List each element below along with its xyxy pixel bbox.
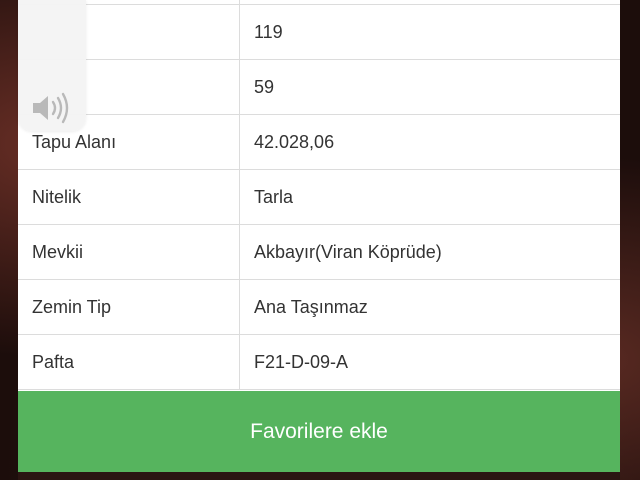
row-label: Zemin Tip — [18, 280, 240, 334]
row-value — [240, 0, 620, 4]
row-label: Nitelik — [18, 170, 240, 224]
volume-control[interactable] — [18, 0, 86, 131]
table-row: Tapu Alanı 42.028,06 — [18, 115, 620, 170]
table-row: 59 — [18, 60, 620, 115]
backdrop-strip — [18, 472, 620, 480]
row-value: Tarla — [254, 187, 294, 207]
row-label: Mevkii — [18, 225, 240, 279]
row-value: 59 — [254, 77, 275, 97]
row-value: 119 — [254, 22, 283, 42]
table-row: Mevkii Akbayır(Viran Köprüde) — [18, 225, 620, 280]
row-value: 42.028,06 — [254, 132, 335, 152]
parcel-info-sheet: 119 59 Tapu Alanı 42.028,06 Nitelik Tarl… — [18, 0, 620, 472]
table-row: Pafta F21-D-09-A — [18, 335, 620, 390]
table-row: 119 — [18, 5, 620, 60]
table-row: Zemin Tip Ana Taşınmaz — [18, 280, 620, 335]
row-value: Akbayır(Viran Köprüde) — [254, 242, 442, 262]
add-to-favorites-button[interactable]: Favorilere ekle — [18, 391, 620, 472]
row-label: Pafta — [18, 335, 240, 389]
row-value: F21-D-09-A — [254, 352, 349, 372]
row-value: Ana Taşınmaz — [254, 297, 368, 317]
table-row: Nitelik Tarla — [18, 170, 620, 225]
speaker-volume-icon[interactable] — [30, 92, 74, 124]
